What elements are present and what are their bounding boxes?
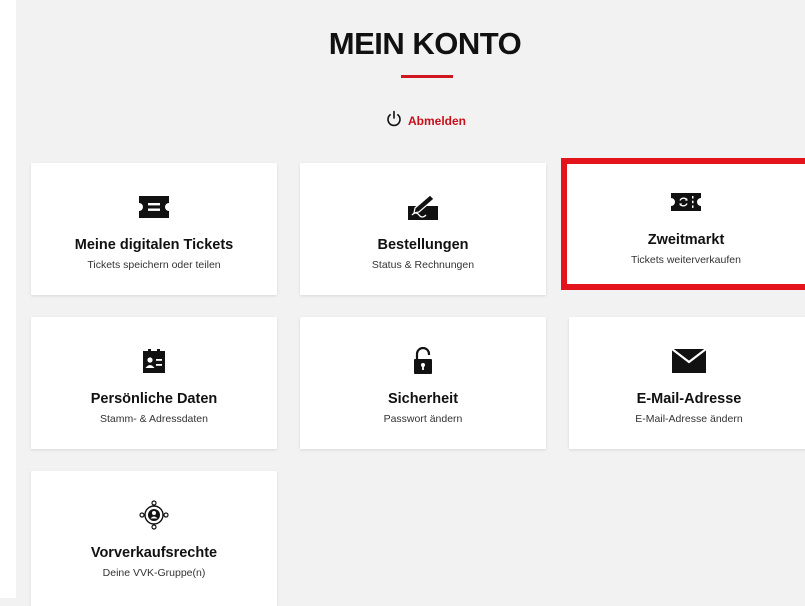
logout-label: Abmelden bbox=[408, 114, 467, 128]
tile-title: Zweitmarkt bbox=[647, 232, 725, 248]
tile-security[interactable]: Sicherheit Passwort ändern bbox=[300, 317, 546, 449]
title-underline bbox=[401, 75, 453, 78]
tile-subtitle: Tickets speichern oder teilen bbox=[87, 259, 221, 271]
tile-subtitle: Tickets weiterverkaufen bbox=[631, 254, 741, 266]
tile-subtitle: Deine VVK-Gruppe(n) bbox=[102, 567, 206, 579]
lock-icon bbox=[300, 347, 546, 375]
power-icon bbox=[386, 110, 402, 133]
tile-orders[interactable]: Bestellungen Status & Rechnungen bbox=[300, 163, 546, 295]
presale-group-icon bbox=[31, 500, 277, 530]
logout-button[interactable]: Abmelden bbox=[386, 110, 466, 132]
id-card-icon bbox=[31, 347, 277, 375]
tile-subtitle: Passwort ändern bbox=[383, 413, 463, 425]
tile-digital-tickets[interactable]: Meine digitalen Tickets Tickets speicher… bbox=[31, 163, 277, 295]
tile-subtitle: E-Mail-Adresse ändern bbox=[635, 413, 743, 425]
ticket-icon bbox=[31, 193, 277, 221]
tile-presale-rights[interactable]: Vorverkaufsrechte Deine VVK-Gruppe(n) bbox=[31, 471, 277, 606]
tile-subtitle: Stamm- & Adressdaten bbox=[100, 413, 208, 425]
envelope-icon bbox=[569, 347, 805, 375]
tile-personal-data[interactable]: Persönliche Daten Stamm- & Adressdaten bbox=[31, 317, 277, 449]
tile-subtitle: Status & Rechnungen bbox=[371, 259, 475, 271]
signature-icon bbox=[300, 193, 546, 221]
page-left-edge bbox=[0, 0, 16, 598]
tile-title: E-Mail-Adresse bbox=[636, 391, 742, 407]
tile-title: Vorverkaufsrechte bbox=[90, 545, 218, 561]
tile-email-address[interactable]: E-Mail-Adresse E-Mail-Adresse ändern bbox=[569, 317, 805, 449]
tile-title: Meine digitalen Tickets bbox=[74, 237, 234, 253]
tile-title: Bestellungen bbox=[377, 237, 469, 253]
ticket-exchange-icon bbox=[567, 188, 805, 216]
tile-secondary-market[interactable]: Zweitmarkt Tickets weiterverkaufen bbox=[561, 158, 805, 290]
page-title: MEIN KONTO bbox=[328, 26, 522, 61]
tile-title: Sicherheit bbox=[387, 391, 459, 407]
tile-title: Persönliche Daten bbox=[90, 391, 218, 407]
